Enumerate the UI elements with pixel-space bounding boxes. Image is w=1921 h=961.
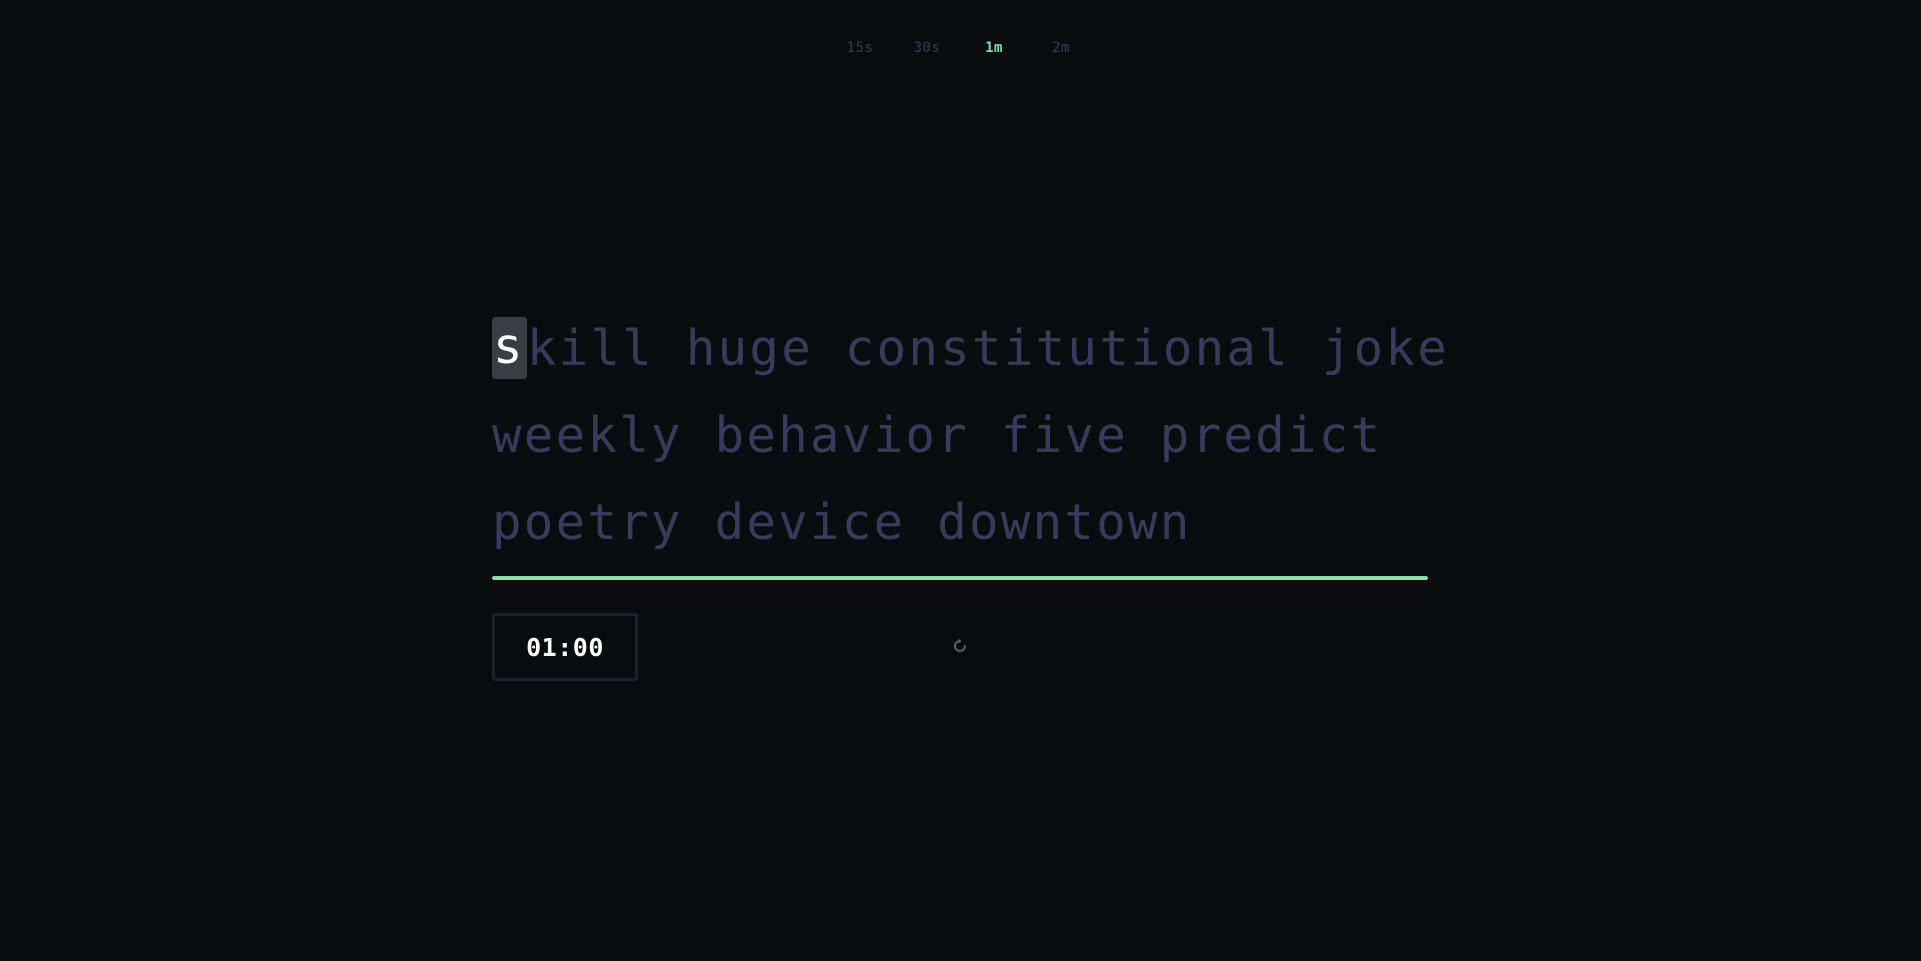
restart-icon: [952, 638, 968, 658]
word-line-2: weekly behavior five predict: [492, 407, 1383, 464]
time-progress-fill: [492, 576, 1428, 580]
time-progress-bar: [492, 576, 1428, 580]
word-line-1: skill huge constitutional joke: [492, 305, 1447, 392]
timer-display: 01:00: [492, 613, 638, 681]
duration-selector: 15s 30s 1m 2m: [0, 39, 1921, 57]
duration-2m[interactable]: 2m: [1028, 39, 1095, 57]
duration-1m[interactable]: 1m: [961, 39, 1028, 57]
typing-test-page: 15s 30s 1m 2m skill huge constitutional …: [0, 0, 1921, 961]
typing-text-area[interactable]: skill huge constitutional joke weekly be…: [492, 305, 1447, 566]
timer-value: 01:00: [526, 632, 604, 662]
line-1-remaining: kill huge constitutional joke: [526, 320, 1450, 377]
current-char-cursor: s: [492, 317, 527, 379]
restart-button[interactable]: [948, 636, 972, 660]
word-line-3: poetry device downtown: [492, 494, 1192, 551]
duration-30s[interactable]: 30s: [894, 39, 961, 57]
duration-15s[interactable]: 15s: [827, 39, 894, 57]
